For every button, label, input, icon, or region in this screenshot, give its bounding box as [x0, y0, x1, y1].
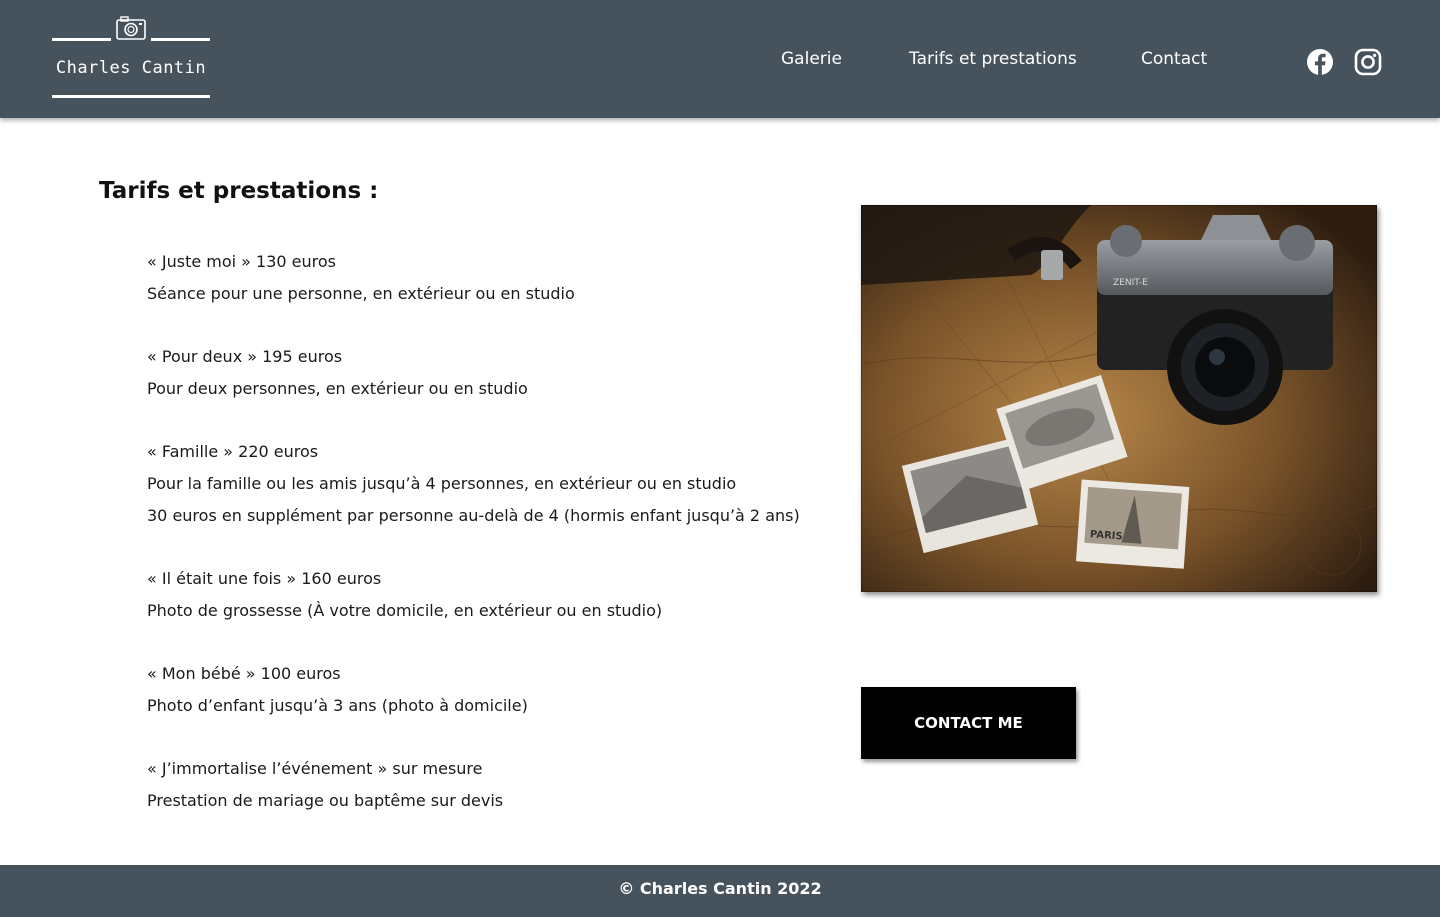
logo-line-left	[52, 38, 111, 41]
offer-famille: « Famille » 220 euros Pour la famille ou…	[147, 436, 827, 532]
nav-link-tarifs[interactable]: Tarifs et prestations	[909, 49, 1077, 69]
offer-title: « J’immortalise l’événement » sur mesure	[147, 759, 483, 778]
camera-logo-icon	[116, 16, 146, 40]
offers-list: « Juste moi » 130 euros Séance pour une …	[147, 246, 827, 848]
offer-description: Pour la famille ou les amis jusqu’à 4 pe…	[147, 474, 737, 493]
logo-text: Charles Cantin	[55, 58, 207, 78]
logo[interactable]: Charles Cantin	[52, 14, 210, 100]
offer-title: « Famille » 220 euros	[147, 442, 319, 461]
offer-il-etait-une-fois: « Il était une fois » 160 euros Photo de…	[147, 563, 827, 627]
site-header: Charles Cantin Galerie Tarifs et prestat…	[0, 0, 1440, 118]
offer-title: « Pour deux » 195 euros	[147, 347, 343, 366]
offer-description: Prestation de mariage ou baptême sur dev…	[147, 791, 504, 810]
copyright-text: © Charles Cantin 2022	[618, 879, 822, 898]
offer-description: 30 euros en supplément par personne au-d…	[147, 506, 800, 525]
site-footer: © Charles Cantin 2022	[0, 865, 1440, 917]
logo-underline	[52, 95, 210, 98]
offer-description: Séance pour une personne, en extérieur o…	[147, 284, 575, 303]
offer-title: « Il était une fois » 160 euros	[147, 569, 382, 588]
polaroid-label: PARIS	[1089, 529, 1122, 542]
offer-evenement: « J’immortalise l’événement » sur mesure…	[147, 753, 827, 817]
nav-link-contact[interactable]: Contact	[1141, 49, 1207, 69]
camera-photo-illustration: ZENIT-E PARIS	[861, 205, 1377, 592]
instagram-icon[interactable]	[1354, 46, 1382, 78]
offer-title: « Juste moi » 130 euros	[147, 252, 337, 271]
offer-juste-moi: « Juste moi » 130 euros Séance pour une …	[147, 246, 827, 310]
camera-brand-label: ZENIT-E	[1113, 278, 1148, 288]
camera-photo: ZENIT-E PARIS	[861, 205, 1377, 592]
offer-description: Pour deux personnes, en extérieur ou en …	[147, 379, 528, 398]
offer-description: Photo d’enfant jusqu’à 3 ans (photo à do…	[147, 696, 528, 715]
offer-pour-deux: « Pour deux » 195 euros Pour deux person…	[147, 341, 827, 405]
contact-me-button[interactable]: CONTACT ME	[861, 687, 1076, 759]
offer-mon-bebe: « Mon bébé » 100 euros Photo d’enfant ju…	[147, 658, 827, 722]
offer-title: « Mon bébé » 100 euros	[147, 664, 341, 683]
page-title: Tarifs et prestations :	[99, 178, 379, 204]
facebook-icon[interactable]	[1306, 46, 1334, 78]
nav-link-galerie[interactable]: Galerie	[781, 49, 842, 69]
offer-description: Photo de grossesse (À votre domicile, en…	[147, 601, 663, 620]
logo-line-right	[151, 38, 210, 41]
